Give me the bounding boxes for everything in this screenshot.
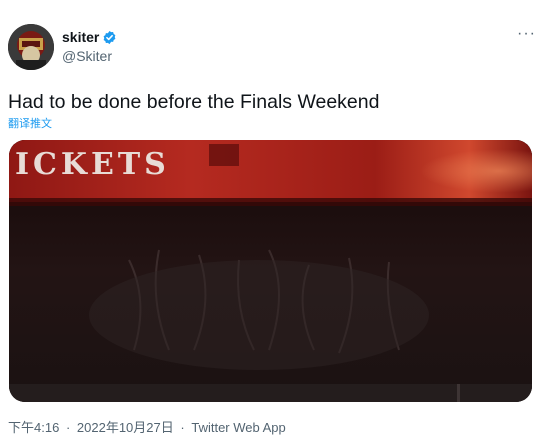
avatar[interactable] xyxy=(8,24,54,70)
translate-link[interactable]: 翻译推文 xyxy=(8,115,52,131)
tweet-card: skiter @Skiter ··· Had to be done before… xyxy=(0,0,550,441)
display-name[interactable]: skiter xyxy=(62,29,99,45)
more-options-icon[interactable]: ··· xyxy=(517,26,536,42)
separator: · xyxy=(65,420,71,435)
tweet-media-image[interactable]: ICKETS xyxy=(9,140,532,402)
handle[interactable]: @Skiter xyxy=(62,48,117,64)
tweet-text: Had to be done before the Finals Weekend xyxy=(8,91,380,113)
tweet-timestamp: 下午4:16 · 2022年10月27日 · Twitter Web App xyxy=(8,417,286,436)
verified-badge-icon xyxy=(102,30,117,45)
author-info: skiter @Skiter xyxy=(62,28,117,64)
tweet-time[interactable]: 下午4:16 xyxy=(8,420,59,435)
tweet-source[interactable]: Twitter Web App xyxy=(191,420,285,435)
tweet-date[interactable]: 2022年10月27日 xyxy=(77,420,174,435)
media-banner-text: ICKETS xyxy=(15,147,170,182)
separator: · xyxy=(180,420,185,435)
